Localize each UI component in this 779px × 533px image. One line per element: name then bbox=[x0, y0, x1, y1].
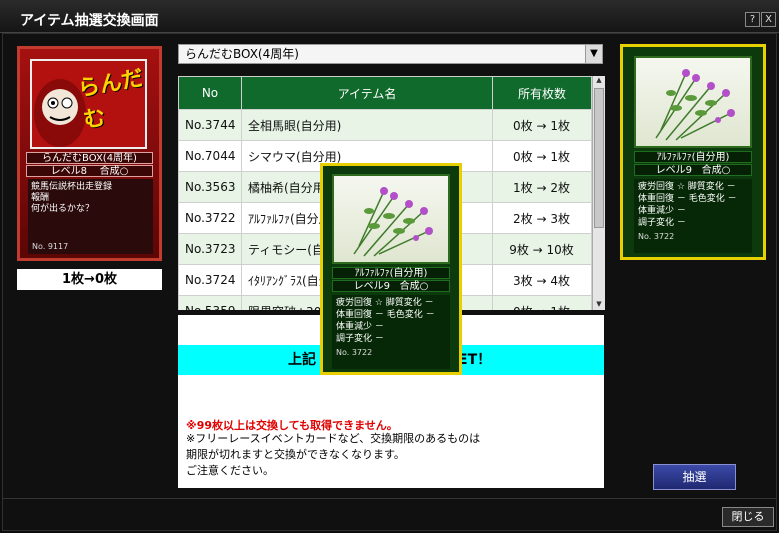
warning-text: ※99枚以上は交換しても取得できません。 bbox=[186, 419, 398, 432]
cell-count: 2枚 → 3枚 bbox=[492, 202, 592, 234]
help-button[interactable]: ? bbox=[745, 12, 760, 27]
cell-no: No.7044 bbox=[178, 140, 242, 172]
scroll-up-icon[interactable]: ▲ bbox=[594, 76, 604, 86]
owned-count-change: 1枚→0枚 bbox=[17, 269, 162, 290]
cell-no: No.3724 bbox=[178, 264, 242, 296]
item-card-number: No. 3722 bbox=[336, 348, 373, 357]
selected-item-merge: 合成○ bbox=[701, 165, 731, 176]
item-effect-line: 疲労回復 ☆ 脚質変化 － bbox=[336, 298, 434, 308]
note-line: ※フリーレースイベントカードなど、交換期限のあるものは bbox=[186, 432, 481, 445]
alfalfa-icon bbox=[655, 69, 735, 141]
item-card-effects: 疲労回復 ☆ 脚質変化 － 体重回復 － 毛色変化 － 体重減少 － 調子変化 … bbox=[332, 295, 450, 369]
box-card-desc-line: 何が出るかな？ bbox=[31, 204, 95, 214]
dropdown-selected-value: らんだむBOX(4周年) bbox=[185, 47, 299, 61]
box-card-number: No. 9117 bbox=[32, 242, 69, 251]
item-effect-line: 調子変化 － bbox=[638, 218, 686, 228]
selected-item-level-row: レベル9 合成○ bbox=[634, 164, 752, 176]
banner-text-right: ET！ bbox=[458, 352, 492, 368]
window-close-button[interactable]: X bbox=[761, 12, 776, 27]
box-card-description: 競馬伝説杯出走登録 報酬 何が出るかな？ No. 9117 bbox=[28, 179, 153, 254]
cell-no: No.3723 bbox=[178, 233, 242, 265]
scrollbar-thumb[interactable] bbox=[594, 88, 604, 228]
selected-item-name: ｱﾙﾌｧﾙﾌｧ(自分用) bbox=[634, 151, 752, 163]
alfalfa-icon bbox=[353, 187, 433, 257]
note-line: ご注意ください。 bbox=[186, 464, 274, 477]
cell-count: 9枚 → 10枚 bbox=[492, 233, 592, 265]
box-card-merge: 合成○ bbox=[99, 166, 129, 177]
table-scrollbar[interactable]: ▲ ▼ bbox=[592, 76, 605, 310]
column-header-name: アイテム名 bbox=[241, 76, 493, 110]
selected-item-effects: 疲労回復 ☆ 脚質変化 － 体重回復 － 毛色変化 － 体重減少 － 調子変化 … bbox=[634, 179, 752, 253]
cell-no: No.5359 bbox=[178, 295, 242, 310]
cell-no: No.3722 bbox=[178, 202, 242, 234]
banner-text-left: 上記 bbox=[288, 352, 316, 368]
scroll-down-icon[interactable]: ▼ bbox=[594, 300, 604, 310]
box-card-title: らんだむ bbox=[76, 66, 146, 134]
item-card-name: ｱﾙﾌｧﾙﾌｧ(自分用) bbox=[332, 267, 450, 279]
item-effect-line: 体重減少 － bbox=[336, 322, 384, 332]
selected-item-number: No. 3722 bbox=[638, 232, 675, 241]
cell-no: No.3563 bbox=[178, 171, 242, 203]
item-card-level-row: レベル9 合成○ bbox=[332, 280, 450, 292]
box-card: らんだむ らんだむBOX(4周年) レベル8 合成○ 競馬伝説杯出走登録 報酬 … bbox=[17, 46, 162, 261]
selected-item-art bbox=[634, 56, 752, 148]
draw-button[interactable]: 抽選 bbox=[653, 464, 736, 490]
box-card-level-row: レベル8 合成○ bbox=[26, 165, 153, 177]
box-card-level: レベル8 bbox=[50, 166, 87, 177]
cell-count: 0枚 → 1枚 bbox=[492, 140, 592, 172]
selected-item-level: レベル9 bbox=[655, 165, 693, 176]
chevron-down-icon[interactable]: ▼ bbox=[585, 45, 602, 63]
item-card-level: レベル9 bbox=[353, 281, 391, 292]
box-card-desc-line: 競馬伝説杯出走登録 bbox=[31, 182, 113, 192]
item-effect-line: 体重回復 － 毛色変化 － bbox=[638, 194, 737, 204]
item-effect-line: 体重回復 － 毛色変化 － bbox=[336, 310, 435, 320]
item-card-popup: ｱﾙﾌｧﾙﾌｧ(自分用) レベル9 合成○ 疲労回復 ☆ 脚質変化 － 体重回復… bbox=[320, 163, 462, 375]
column-header-no: No bbox=[178, 76, 242, 110]
window-title: アイテム抽選交換画面 bbox=[20, 13, 159, 29]
cell-count: 3枚 → 4枚 bbox=[492, 264, 592, 296]
column-header-count: 所有枚数 bbox=[492, 76, 592, 110]
item-effect-line: 体重減少 － bbox=[638, 206, 686, 216]
cell-no: No.3744 bbox=[178, 109, 242, 141]
item-effect-line: 疲労回復 ☆ 脚質変化 － bbox=[638, 182, 736, 192]
table-header-row: No アイテム名 所有枚数 bbox=[178, 76, 592, 110]
close-button[interactable]: 閉じる bbox=[722, 507, 774, 527]
box-select-dropdown[interactable]: らんだむBOX(4周年) ▼ bbox=[178, 44, 603, 64]
cell-name: 全相馬眼(自分用) bbox=[241, 109, 493, 141]
footer-divider bbox=[2, 498, 777, 499]
note-line: 期限が切れますと交換ができなくなります。 bbox=[186, 448, 405, 461]
box-card-name: らんだむBOX(4周年) bbox=[26, 152, 153, 164]
item-card-merge: 合成○ bbox=[399, 281, 429, 292]
table-row[interactable]: No.3744 全相馬眼(自分用) 0枚 → 1枚 bbox=[178, 109, 592, 141]
cell-count: 1枚 → 2枚 bbox=[492, 171, 592, 203]
cell-count: 0枚 → 1枚 bbox=[492, 109, 592, 141]
selected-item-card: ｱﾙﾌｧﾙﾌｧ(自分用) レベル9 合成○ 疲労回復 ☆ 脚質変化 － 体重回復… bbox=[620, 44, 766, 260]
item-effect-line: 調子変化 － bbox=[336, 334, 384, 344]
item-card-art bbox=[332, 174, 450, 264]
cell-count: 0枚 → 1枚 bbox=[492, 295, 592, 310]
box-card-desc-line: 報酬 bbox=[31, 193, 50, 203]
